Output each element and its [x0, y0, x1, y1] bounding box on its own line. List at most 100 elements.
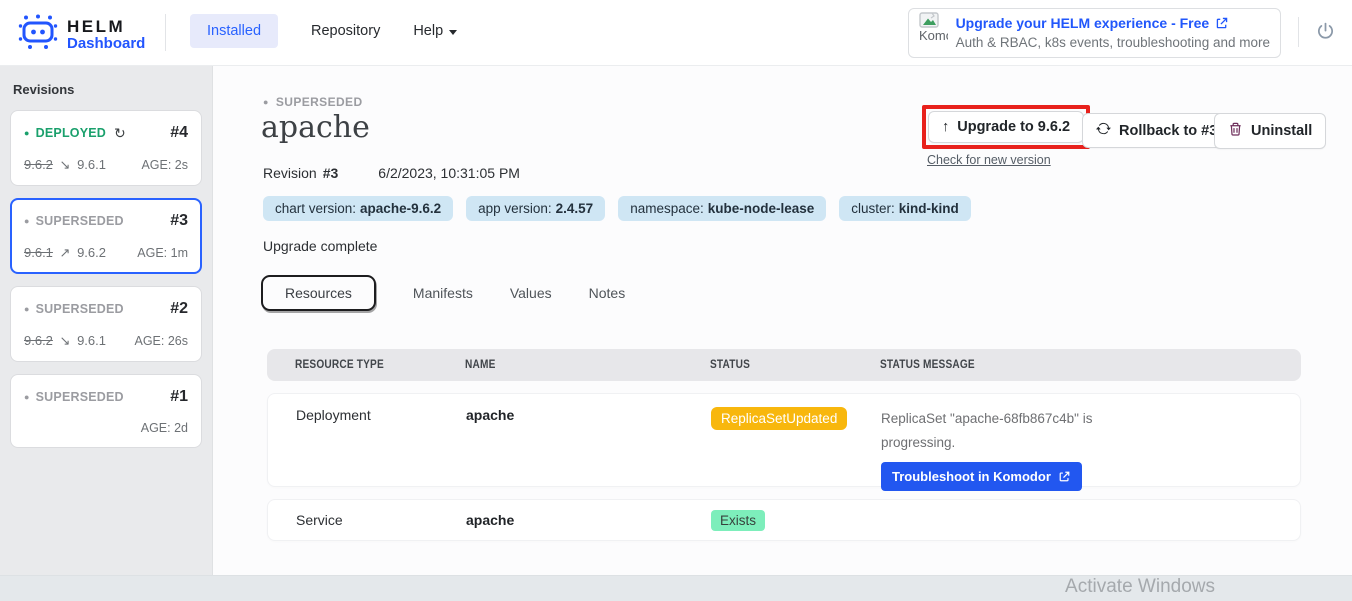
chip-label: app version: [478, 201, 552, 216]
check-new-version-link[interactable]: Check for new version [927, 153, 1051, 167]
revision-label: Revision [263, 165, 317, 181]
revision-number: #4 [170, 124, 188, 142]
cluster-chip: cluster: kind-kind [839, 196, 971, 221]
chevron-down-icon [449, 30, 457, 35]
revision-info: Revision #3 6/2/2023, 10:31:05 PM [263, 165, 520, 181]
status-badge: ReplicaSetUpdated [711, 407, 847, 430]
status-label: SUPERSEDED [36, 214, 124, 228]
new-version: 9.6.2 [77, 245, 106, 260]
revision-number: #3 [323, 165, 339, 181]
revision-status: ● SUPERSEDED [24, 302, 124, 316]
nav-help-label: Help [413, 23, 443, 39]
status-dot-icon: ● [24, 393, 30, 402]
uninstall-button-label: Uninstall [1251, 123, 1312, 139]
troubleshoot-komodor-button[interactable]: Troubleshoot in Komodor [881, 462, 1082, 491]
trash-icon [1228, 121, 1243, 141]
status-dot-icon: ● [24, 217, 30, 226]
nav-help[interactable]: Help [413, 23, 457, 39]
col-name: NAME [465, 359, 681, 371]
col-status: STATUS [710, 359, 860, 371]
resource-type-cell: Deployment [296, 407, 466, 491]
status-label: SUPERSEDED [36, 390, 124, 404]
table-header-row: RESOURCE TYPE NAME STATUS STATUS MESSAGE [267, 349, 1301, 381]
chart-version-chip: chart version: apache-9.6.2 [263, 196, 453, 221]
revision-card-3-selected[interactable]: ● SUPERSEDED #3 9.6.1 ↗ 9.6.2 AGE: 1m [10, 198, 202, 274]
komodor-promo-banner[interactable]: Komodor Upgrade your HELM experience - F… [908, 8, 1281, 58]
revision-status: ● SUPERSEDED [24, 214, 124, 228]
chip-value: kind-kind [899, 201, 959, 216]
revision-number: #1 [170, 388, 188, 406]
chip-label: chart version: [275, 201, 356, 216]
banner-title[interactable]: Upgrade your HELM experience - Free [956, 13, 1270, 33]
status-dot-icon: ● [263, 98, 269, 107]
power-divider [1298, 17, 1299, 47]
helm-logo[interactable]: HELM Dashboard [18, 13, 145, 56]
logo-title: HELM [67, 18, 145, 36]
upgrade-button[interactable]: ↑ Upgrade to 9.6.2 [928, 111, 1084, 143]
revision-card-1[interactable]: ● SUPERSEDED #1 AGE: 2d [10, 374, 202, 448]
status-cell: ReplicaSetUpdated [711, 407, 881, 491]
power-icon[interactable] [1315, 21, 1336, 47]
resource-name-cell: apache [466, 407, 711, 491]
revisions-title: Revisions [13, 82, 202, 97]
helm-robot-icon [18, 13, 58, 56]
new-version: 9.6.1 [77, 333, 106, 348]
nav-installed[interactable]: Installed [190, 14, 278, 48]
old-version: 9.6.2 [24, 333, 53, 348]
status-message-line2: progressing. [881, 431, 1300, 455]
resource-type-cell: Service [296, 512, 466, 528]
downgrade-arrow-icon: ↘ [60, 333, 71, 348]
upgrade-annotation-box: ↑ Upgrade to 9.6.2 [922, 105, 1090, 149]
activate-windows-watermark: Activate Windows [1065, 576, 1215, 598]
release-title: apache [261, 110, 370, 145]
external-link-icon [1058, 470, 1071, 483]
logo-text: HELM Dashboard [67, 18, 145, 52]
rollback-icon [1096, 121, 1111, 140]
revision-card-4[interactable]: ● DEPLOYED ↻ #4 9.6.2 ↘ 9.6.1 AGE: 2s [10, 110, 202, 186]
upgrade-arrow-icon: ↗ [60, 245, 71, 260]
helm-dashboard-screen: HELM Dashboard Installed Repository Help… [0, 0, 1352, 601]
resources-table: RESOURCE TYPE NAME STATUS STATUS MESSAGE… [267, 349, 1301, 541]
new-version: 9.6.1 [77, 157, 106, 172]
chip-value: kube-node-lease [708, 201, 815, 216]
tab-values[interactable]: Values [510, 285, 552, 301]
revision-age: AGE: 26s [135, 334, 189, 348]
upgrade-button-label: Upgrade to 9.6.2 [957, 119, 1070, 135]
status-cell: Exists [711, 510, 881, 531]
revision-number: #2 [170, 300, 188, 318]
top-header: HELM Dashboard Installed Repository Help… [0, 0, 1352, 66]
banner-text: Upgrade your HELM experience - Free Auth… [956, 13, 1270, 53]
status-dot-icon: ● [24, 129, 30, 138]
banner-title-label: Upgrade your HELM experience - Free [956, 13, 1210, 33]
downgrade-arrow-icon: ↘ [60, 157, 71, 172]
revision-age: AGE: 2d [141, 421, 188, 435]
release-status-label: SUPERSEDED [276, 95, 363, 109]
main-nav: Installed Repository Help [190, 14, 457, 48]
revisions-sidebar: Revisions ● DEPLOYED ↻ #4 9.6.2 ↘ 9.6.1 … [0, 66, 213, 575]
release-detail-panel: ● SUPERSEDED apache Revision #3 6/2/2023… [213, 66, 1352, 575]
rollback-button[interactable]: Rollback to #3 [1082, 113, 1231, 148]
col-status-message: STATUS MESSAGE [880, 359, 1250, 371]
revision-status: ● SUPERSEDED [24, 390, 124, 404]
header-divider [165, 14, 166, 51]
footer-band: Activate Windows [0, 575, 1352, 601]
tab-resources[interactable]: Resources [261, 275, 376, 311]
broken-image-icon [919, 12, 939, 28]
status-label: DEPLOYED [36, 126, 106, 140]
version-change: 9.6.2 ↘ 9.6.1 [24, 157, 106, 173]
release-status-text: Upgrade complete [263, 238, 377, 254]
reload-icon: ↻ [114, 125, 126, 142]
revision-age: AGE: 1m [137, 246, 188, 260]
chip-label: cluster: [851, 201, 895, 216]
revision-card-2[interactable]: ● SUPERSEDED #2 9.6.2 ↘ 9.6.1 AGE: 26s [10, 286, 202, 362]
troubleshoot-label: Troubleshoot in Komodor [892, 469, 1051, 484]
status-label: SUPERSEDED [36, 302, 124, 316]
uninstall-button[interactable]: Uninstall [1214, 113, 1326, 149]
table-row-deployment: Deployment apache ReplicaSetUpdated Repl… [267, 393, 1301, 487]
nav-repository[interactable]: Repository [311, 23, 380, 39]
chip-value: apache-9.6.2 [360, 201, 441, 216]
tab-manifests[interactable]: Manifests [413, 285, 473, 301]
app-version-chip: app version:2.4.57 [466, 196, 605, 221]
logo-subtitle: Dashboard [67, 36, 145, 52]
tab-notes[interactable]: Notes [589, 285, 626, 301]
